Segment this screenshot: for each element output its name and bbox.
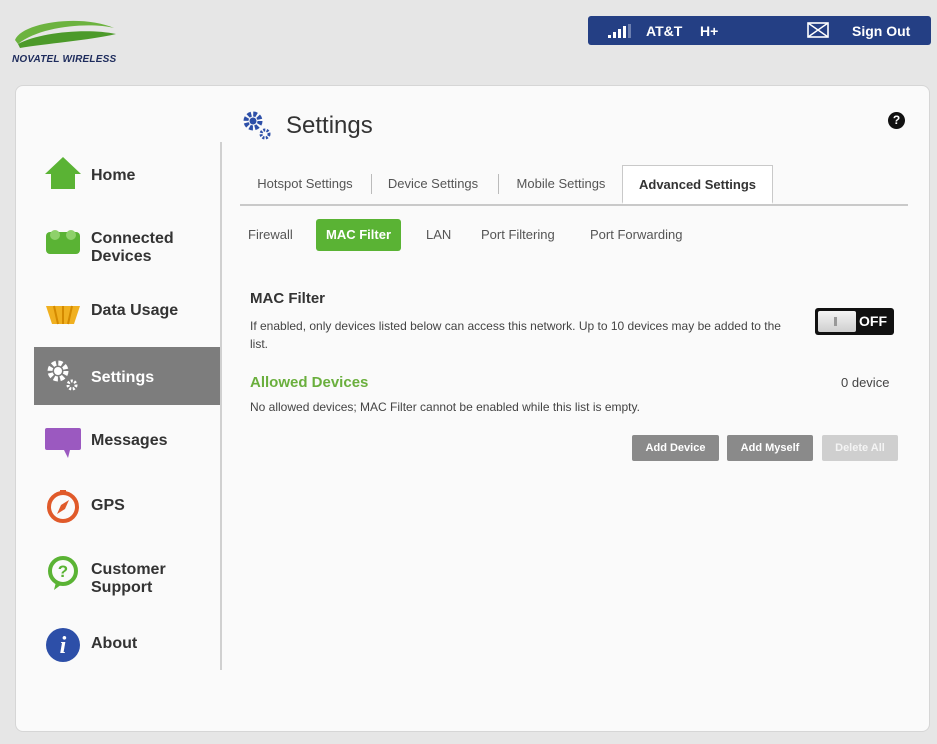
- sidebar-item-settings[interactable]: Settings: [34, 347, 220, 405]
- svg-text:i: i: [60, 633, 67, 659]
- tab-mobile-settings[interactable]: Mobile Settings: [506, 165, 616, 204]
- sidebar-item-label: Customer Support: [91, 561, 166, 596]
- sidebar-item-label: Settings: [91, 369, 155, 386]
- delete-all-button[interactable]: Delete All: [822, 435, 898, 461]
- data-usage-icon: [44, 292, 82, 330]
- settings-tabs: Hotspot Settings Device Settings Mobile …: [240, 165, 908, 206]
- sidebar-item-connected-devices[interactable]: Connected Devices: [34, 214, 220, 272]
- about-info-icon: i: [44, 626, 82, 664]
- sidebar-item-about[interactable]: i About: [34, 616, 220, 674]
- customer-support-icon: ?: [44, 554, 82, 592]
- settings-gear-icon: [44, 357, 82, 395]
- sidebar-item-data-usage[interactable]: Data Usage: [34, 282, 220, 340]
- network-type: H+: [700, 23, 719, 39]
- sidebar: Home Connected Devices Data Usage Settin…: [34, 142, 222, 670]
- tab-device-settings[interactable]: Device Settings: [378, 165, 488, 204]
- toggle-knob: [818, 311, 856, 332]
- carrier-name: AT&T: [646, 23, 683, 39]
- sidebar-item-gps[interactable]: GPS: [34, 477, 220, 535]
- subtab-port-forwarding[interactable]: Port Forwarding: [590, 219, 682, 251]
- subtab-firewall[interactable]: Firewall: [248, 219, 293, 251]
- tab-advanced-settings[interactable]: Advanced Settings: [622, 165, 773, 204]
- mac-filter-toggle[interactable]: OFF: [815, 308, 894, 335]
- sidebar-item-label: Connected Devices: [91, 230, 174, 265]
- sign-out-button[interactable]: Sign Out: [852, 23, 910, 39]
- message-envelope-icon[interactable]: [807, 22, 829, 41]
- sidebar-item-label: GPS: [91, 497, 125, 514]
- help-icon[interactable]: ?: [888, 112, 905, 129]
- mac-filter-heading: MAC Filter: [250, 290, 325, 307]
- signal-strength-icon: [608, 24, 638, 41]
- mac-filter-description: If enabled, only devices listed below ca…: [250, 319, 781, 351]
- sidebar-item-home[interactable]: Home: [34, 144, 220, 202]
- logo-wordmark: NOVATEL WIRELESS: [12, 54, 117, 65]
- connected-devices-icon: [44, 224, 82, 262]
- tab-divider: [371, 174, 372, 194]
- subtab-port-filtering[interactable]: Port Filtering: [481, 219, 555, 251]
- svg-text:?: ?: [58, 562, 68, 581]
- add-device-button[interactable]: Add Device: [632, 435, 719, 461]
- sidebar-item-label: Data Usage: [91, 302, 179, 319]
- gps-compass-icon: [44, 487, 82, 525]
- device-count: 0 device: [841, 375, 890, 390]
- empty-list-message: No allowed devices; MAC Filter cannot be…: [250, 400, 640, 414]
- sidebar-item-label: About: [91, 635, 138, 652]
- sidebar-item-label: Home: [91, 167, 136, 184]
- messages-icon: [44, 422, 82, 460]
- toggle-state-label: OFF: [859, 313, 887, 329]
- sidebar-item-customer-support[interactable]: ? Customer Support: [34, 544, 220, 602]
- subtab-lan[interactable]: LAN: [426, 219, 451, 251]
- allowed-devices-heading: Allowed Devices: [250, 374, 369, 391]
- page-title: Settings: [286, 112, 373, 139]
- sidebar-item-messages[interactable]: Messages: [34, 412, 220, 470]
- home-icon: [44, 154, 82, 192]
- subtab-mac-filter[interactable]: MAC Filter: [316, 219, 401, 251]
- tab-hotspot-settings[interactable]: Hotspot Settings: [246, 165, 364, 204]
- sidebar-item-label: Messages: [91, 432, 168, 449]
- status-bar: AT&T H+ Sign Out: [588, 16, 931, 45]
- tab-divider: [498, 174, 499, 194]
- add-myself-button[interactable]: Add Myself: [727, 435, 813, 461]
- settings-title-icon: [240, 108, 276, 144]
